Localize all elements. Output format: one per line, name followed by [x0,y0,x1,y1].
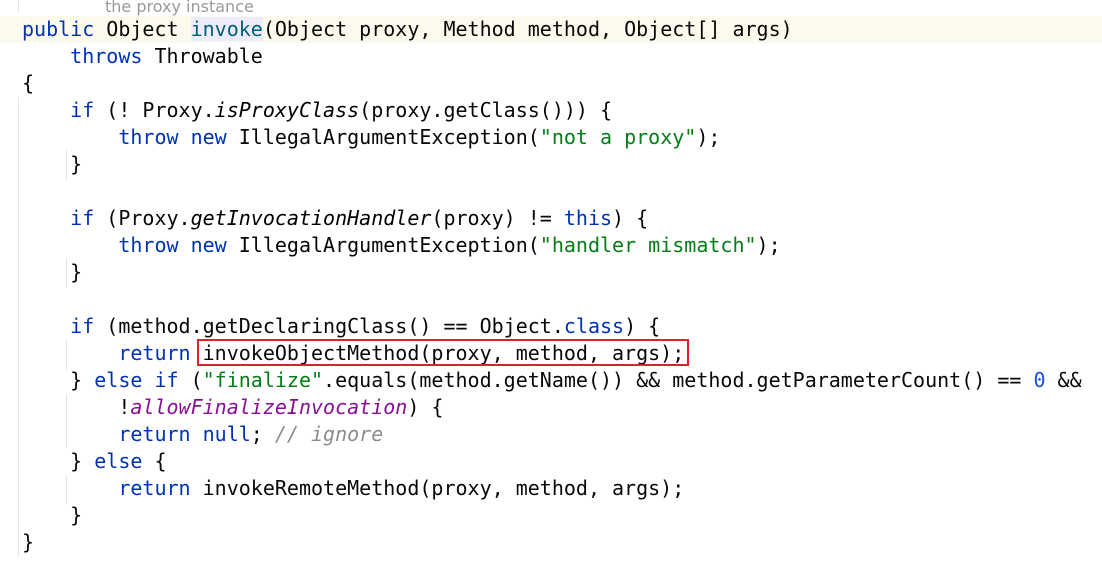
code-token: ; [250,422,275,446]
indent-guide [18,97,19,557]
code-line[interactable]: } else if ("finalize".equals(method.getN… [22,367,1082,394]
code-token: "handler mismatch" [539,233,757,257]
code-line[interactable] [22,178,1082,205]
code-token: "finalize" [202,368,324,392]
code-token: } [22,449,95,473]
code-token: isProxyClass [214,98,360,122]
code-token: getInvocationHandler [190,206,432,230]
code-line[interactable]: { [22,70,1082,97]
code-token: if [70,206,107,230]
code-line[interactable]: return null; // ignore [22,421,1082,448]
code-line[interactable]: } [22,502,1082,529]
code-token: { [22,71,35,95]
code-token: if [70,314,107,338]
code-token: // ignore [274,422,384,446]
code-line[interactable]: if (method.getDeclaringClass() == Object… [22,313,1082,340]
code-token: (Object proxy, Method method, Object[] a… [262,17,793,41]
code-token: && [1045,368,1082,392]
code-line[interactable]: } [22,529,1082,556]
code-line[interactable]: if (! Proxy.isProxyClass(proxy.getClass(… [22,97,1082,124]
code-line[interactable]: return invokeRemoteMethod(proxy, method,… [22,475,1082,502]
code-token: throw new [118,233,239,257]
code-token: { [154,449,167,473]
code-token: (! Proxy. [106,98,215,122]
code-token: } [22,530,35,554]
code-token: ) { [612,206,649,230]
code-token: Object [106,17,191,41]
code-line[interactable]: if (Proxy.getInvocationHandler(proxy) !=… [22,205,1082,232]
code-token: return [118,341,203,365]
code-token: ( [190,368,203,392]
code-line[interactable]: public Object invoke(Object proxy, Metho… [22,16,1082,43]
code-token: invoke [190,17,263,41]
code-token: allowFinalizeInvocation [130,395,408,419]
code-token: } [22,368,95,392]
code-line[interactable]: throw new IllegalArgumentException("hand… [22,232,1082,259]
code-token: Throwable [154,44,263,68]
code-token: } [22,152,83,176]
code-token: (proxy.getClass())) { [359,98,613,122]
code-token: ); [696,125,721,149]
code-line[interactable] [22,286,1082,313]
indent-guide [18,0,19,12]
doc-comment: the proxy instance [105,0,254,16]
code-line[interactable]: throw new IllegalArgumentException("not … [22,124,1082,151]
code-token: invokeRemoteMethod(proxy, method, args); [202,476,685,500]
code-token: throws [70,44,155,68]
code-line[interactable]: } [22,259,1082,286]
code-token: IllegalArgumentException( [238,233,540,257]
code-token: "not a proxy" [539,125,697,149]
code-token: this [563,206,613,230]
code-token: } [22,503,83,527]
code-token: ! [22,395,131,419]
code-token: if [70,98,107,122]
code-line[interactable]: throws Throwable [22,43,1082,70]
code-token: return null [118,422,251,446]
annotation-highlight-box [197,339,689,366]
code-token: return [118,476,203,500]
code-token: ); [756,233,781,257]
code-token: else if [94,368,191,392]
code-token: 0 [1033,368,1046,392]
code-token: class [563,314,625,338]
code-token: } [22,260,83,284]
code-token: ) { [624,314,661,338]
code-token: (method.getDeclaringClass() == Object. [106,314,564,338]
code-token: (Proxy. [106,206,191,230]
code-token: ) { [407,395,444,419]
code-token: .equals(method.getName()) && method.getP… [323,368,1034,392]
code-line[interactable]: } [22,151,1082,178]
code-token: public [22,17,107,41]
code-line[interactable]: } else { [22,448,1082,475]
code-token: (proxy) != [431,206,564,230]
code-token: else [94,449,155,473]
code-editor[interactable]: public Object invoke(Object proxy, Metho… [22,16,1082,556]
code-token: throw new [118,125,239,149]
code-line[interactable]: !allowFinalizeInvocation) { [22,394,1082,421]
code-token: IllegalArgumentException( [238,125,540,149]
